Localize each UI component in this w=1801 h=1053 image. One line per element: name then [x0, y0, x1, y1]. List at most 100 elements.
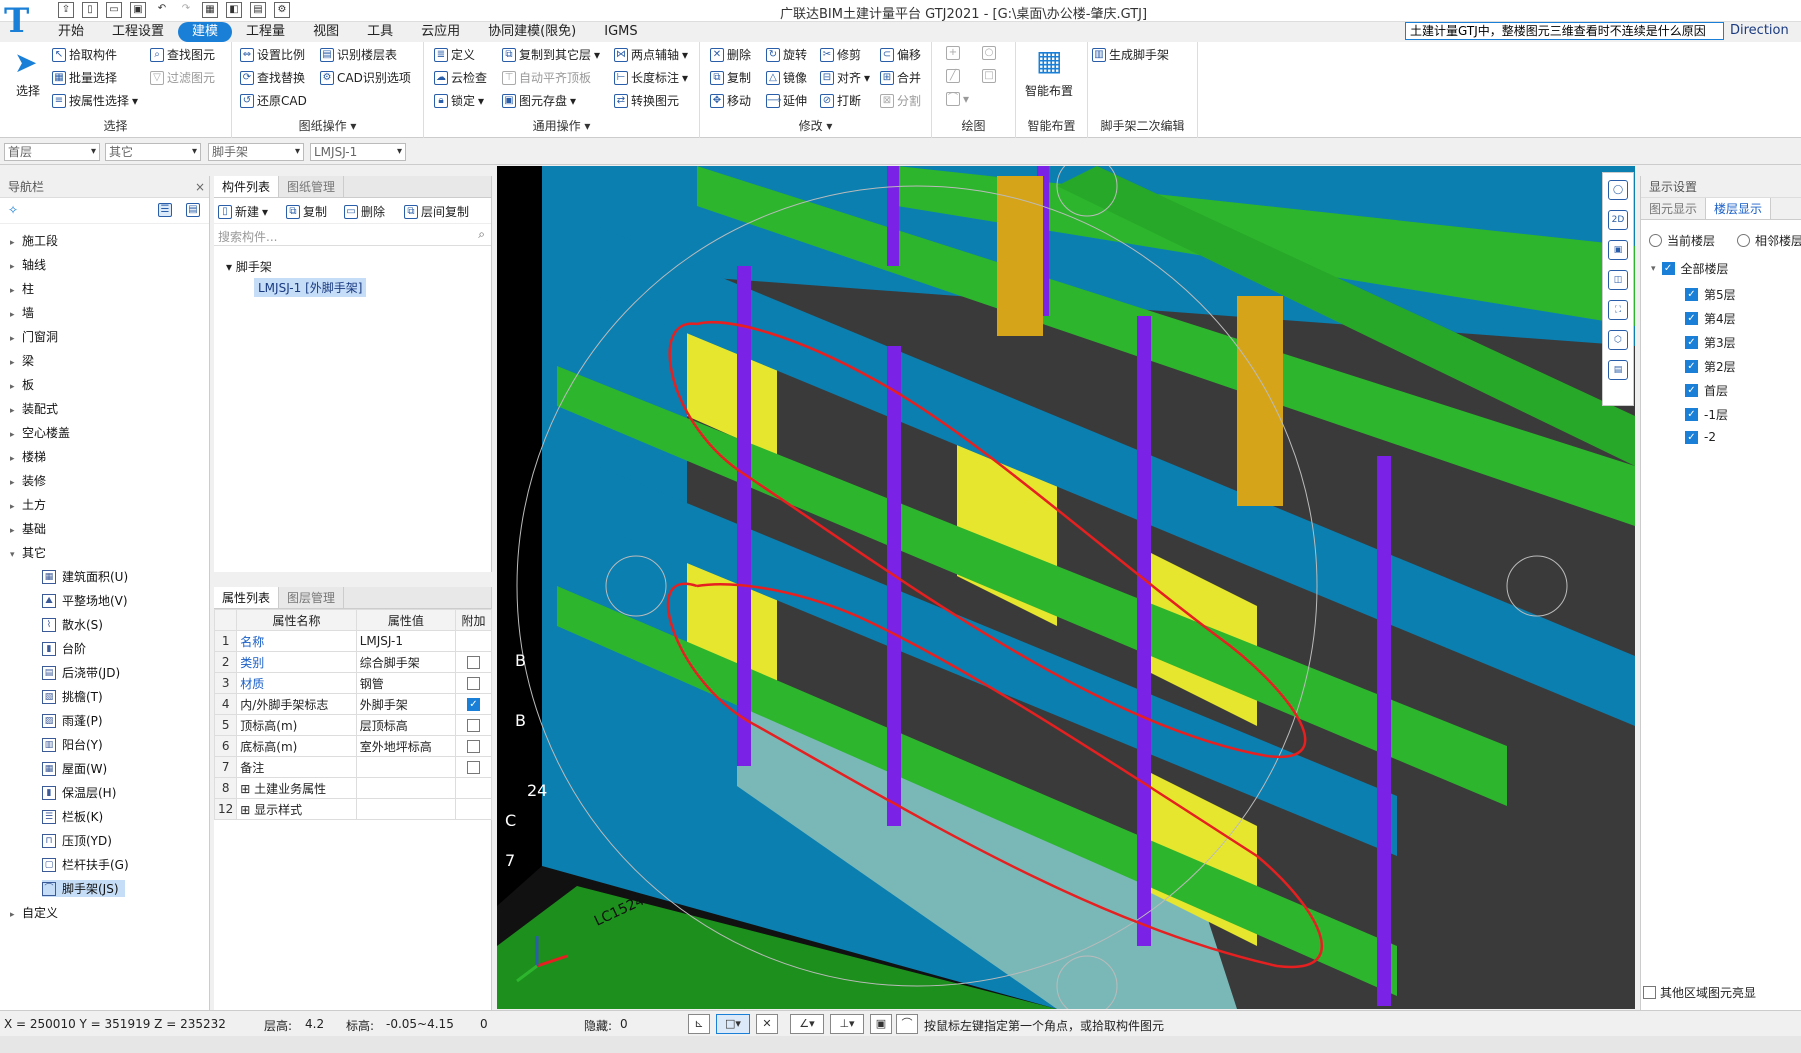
- rect-draw-button[interactable]: □: [982, 69, 996, 83]
- menu-view[interactable]: 视图: [299, 22, 353, 42]
- 2d-view-icon[interactable]: 2D: [1608, 210, 1628, 230]
- checkbox-floor-4[interactable]: ✓ 首层: [1685, 382, 1728, 399]
- tab-drawing-management[interactable]: 图纸管理: [279, 176, 345, 197]
- property-row[interactable]: 12 ⊞ 显示样式: [213, 798, 492, 820]
- nav-item-11[interactable]: ▸ 土方: [10, 496, 46, 513]
- tab-element-display[interactable]: 图元显示: [1641, 198, 1707, 219]
- nav-sub-item-7[interactable]: ▥ 阳台(Y): [42, 736, 109, 753]
- checkbox-all-floors[interactable]: ▾ ✓ 全部楼层: [1651, 260, 1729, 277]
- nav-sub-item-6[interactable]: ▨ 雨蓬(P): [42, 712, 109, 729]
- grid-icon[interactable]: ▦: [202, 2, 218, 18]
- close-icon[interactable]: ×: [195, 176, 205, 198]
- expand-icon[interactable]: ⊞: [240, 782, 254, 796]
- checkbox-floor-6[interactable]: ✓ -2: [1685, 430, 1716, 444]
- new-file-icon[interactable]: ▯: [82, 2, 98, 18]
- nav-item-2[interactable]: ▸ 柱: [10, 280, 34, 297]
- checkbox-floor-0[interactable]: ✓ 第5层: [1685, 286, 1736, 303]
- fit-view-icon[interactable]: ⛶: [1608, 300, 1628, 320]
- property-value[interactable]: [355, 798, 457, 820]
- rotate-button[interactable]: ↻ 旋转: [766, 46, 807, 63]
- ortho-icon[interactable]: ⊾: [688, 1014, 710, 1034]
- checkbox-floor-3[interactable]: ✓ 第2层: [1685, 358, 1736, 375]
- find-replace-button[interactable]: ⟳ 查找替换: [240, 69, 305, 86]
- define-button[interactable]: ≣ 定义: [434, 46, 475, 63]
- nav-item-1[interactable]: ▸ 轴线: [10, 256, 46, 273]
- filter-element-button[interactable]: ▽ 过滤图元: [150, 69, 215, 86]
- copy-button[interactable]: ⧉ 复制: [710, 69, 751, 86]
- menu-modeling[interactable]: 建模: [178, 22, 233, 42]
- perspective-icon[interactable]: ◫: [1608, 270, 1628, 290]
- checkbox-floor-2[interactable]: ✓ 第3层: [1685, 334, 1736, 351]
- nav-item-12[interactable]: ▸ 基础: [10, 520, 46, 537]
- menu-project-settings[interactable]: 工程设置: [98, 22, 178, 42]
- nav-item-3[interactable]: ▸ 墙: [10, 304, 34, 321]
- arc-draw-button[interactable]: ⌒ ▾: [946, 92, 969, 106]
- dimension-snap-icon[interactable]: ⊥▾: [830, 1014, 864, 1034]
- modify-group-label[interactable]: 修改 ▾: [700, 117, 931, 134]
- property-row[interactable]: 8 ⊞ 土建业务属性: [213, 777, 492, 799]
- search-icon[interactable]: ⌕: [478, 227, 485, 242]
- redo-icon[interactable]: ↷: [178, 2, 194, 18]
- property-row[interactable]: 2 类别 综合脚手架: [213, 651, 492, 673]
- help-search-input[interactable]: 土建计量GTJ中，整楼图元三维查看时不连续是什么原因: [1405, 22, 1724, 40]
- cross-snap-icon[interactable]: ✕: [756, 1014, 778, 1034]
- move-button[interactable]: ✥ 移动: [710, 92, 751, 109]
- point-draw-button[interactable]: +: [946, 46, 960, 60]
- nav-item-custom[interactable]: ▸ 自定义: [10, 904, 58, 921]
- nav-sub-item-5[interactable]: ▧ 挑檐(T): [42, 688, 109, 705]
- 3d-cube-icon[interactable]: ▣: [1608, 240, 1628, 260]
- orbit-icon[interactable]: ◯: [1608, 180, 1628, 200]
- checkbox-floor-1[interactable]: ✓ 第4层: [1685, 310, 1736, 327]
- property-row[interactable]: 3 材质 钢管: [213, 672, 492, 694]
- nav-item-9[interactable]: ▸ 楼梯: [10, 448, 46, 465]
- nav-item-0[interactable]: ▸ 施工段: [10, 232, 58, 249]
- category-select[interactable]: 其它: [105, 143, 201, 161]
- property-value[interactable]: 外脚手架: [355, 693, 457, 715]
- type-select[interactable]: 脚手架: [208, 143, 304, 161]
- generate-scaffold-button[interactable]: ▥ 生成脚手架: [1092, 46, 1169, 63]
- direction-link[interactable]: Direction: [1730, 23, 1789, 38]
- nav-sub-item-13[interactable]: ⌒ 脚手架(JS): [42, 880, 125, 897]
- offset-button[interactable]: ⊂ 偏移: [880, 46, 921, 63]
- nav-item-13[interactable]: ▾ 其它: [10, 544, 46, 561]
- nav-sub-item-11[interactable]: ⊓ 压顶(YD): [42, 832, 118, 849]
- property-row[interactable]: 4 内/外脚手架标志 外脚手架 ✓: [213, 693, 492, 715]
- property-row[interactable]: 1 名称 LMJSJ-1: [213, 630, 492, 652]
- select-button[interactable]: 选择: [16, 82, 40, 99]
- property-value[interactable]: LMJSJ-1: [355, 630, 457, 652]
- nav-sub-item-10[interactable]: ☰ 栏板(K): [42, 808, 109, 825]
- mirror-button[interactable]: △ 镜像: [766, 69, 807, 86]
- extend-button[interactable]: ⟶ 延伸: [766, 92, 807, 109]
- nav-sub-item-8[interactable]: ▦ 屋面(W): [42, 760, 113, 777]
- drawing-group-label[interactable]: 图纸操作 ▾: [232, 117, 423, 134]
- detail-view-icon[interactable]: ▤: [186, 203, 200, 217]
- extra-checkbox[interactable]: [467, 656, 480, 669]
- tab-floor-display[interactable]: 楼层显示: [1706, 198, 1772, 219]
- tab-component-list[interactable]: 构件列表: [214, 176, 280, 197]
- nav-item-4[interactable]: ▸ 门窗洞: [10, 328, 58, 345]
- smart-layout-button[interactable]: 智能布置: [1025, 82, 1073, 99]
- nav-sub-item-12[interactable]: ▢ 栏杆扶手(G): [42, 856, 135, 873]
- property-value[interactable]: 综合脚手架: [355, 651, 457, 673]
- view-list-icon[interactable]: ▤: [1608, 360, 1628, 380]
- nav-sub-item-1[interactable]: ⛰ 平整场地(V): [42, 592, 134, 609]
- extra-checkbox[interactable]: [467, 761, 480, 774]
- menu-quantity[interactable]: 工程量: [232, 22, 299, 42]
- property-value[interactable]: [355, 756, 457, 778]
- property-row[interactable]: 7 备注: [213, 756, 492, 778]
- nav-item-6[interactable]: ▸ 板: [10, 376, 34, 393]
- undo-icon[interactable]: ↶: [154, 2, 170, 18]
- upload-icon[interactable]: ⇪: [58, 2, 74, 18]
- expand-icon[interactable]: ⊞: [240, 803, 254, 817]
- save-icon[interactable]: ▣: [130, 2, 146, 18]
- floor-copy-button[interactable]: ⧉ 层间复制: [404, 203, 469, 220]
- menu-igms[interactable]: IGMS: [590, 22, 651, 42]
- recognize-floor-table-button[interactable]: ▤ 识别楼层表: [320, 46, 397, 63]
- batch-select-button[interactable]: ▦ 批量选择: [52, 69, 117, 86]
- restore-cad-button[interactable]: ↺ 还原CAD: [240, 92, 307, 109]
- trim-button[interactable]: ✂ 修剪: [820, 46, 861, 63]
- list-view-icon[interactable]: ☰: [158, 203, 172, 217]
- find-element-button[interactable]: ⌕ 查找图元: [150, 46, 215, 63]
- two-point-axis-button[interactable]: ⋈ 两点辅轴 ▾: [614, 46, 688, 63]
- tree-item-lmjsj[interactable]: LMJSJ-1 [外脚手架]: [254, 278, 367, 297]
